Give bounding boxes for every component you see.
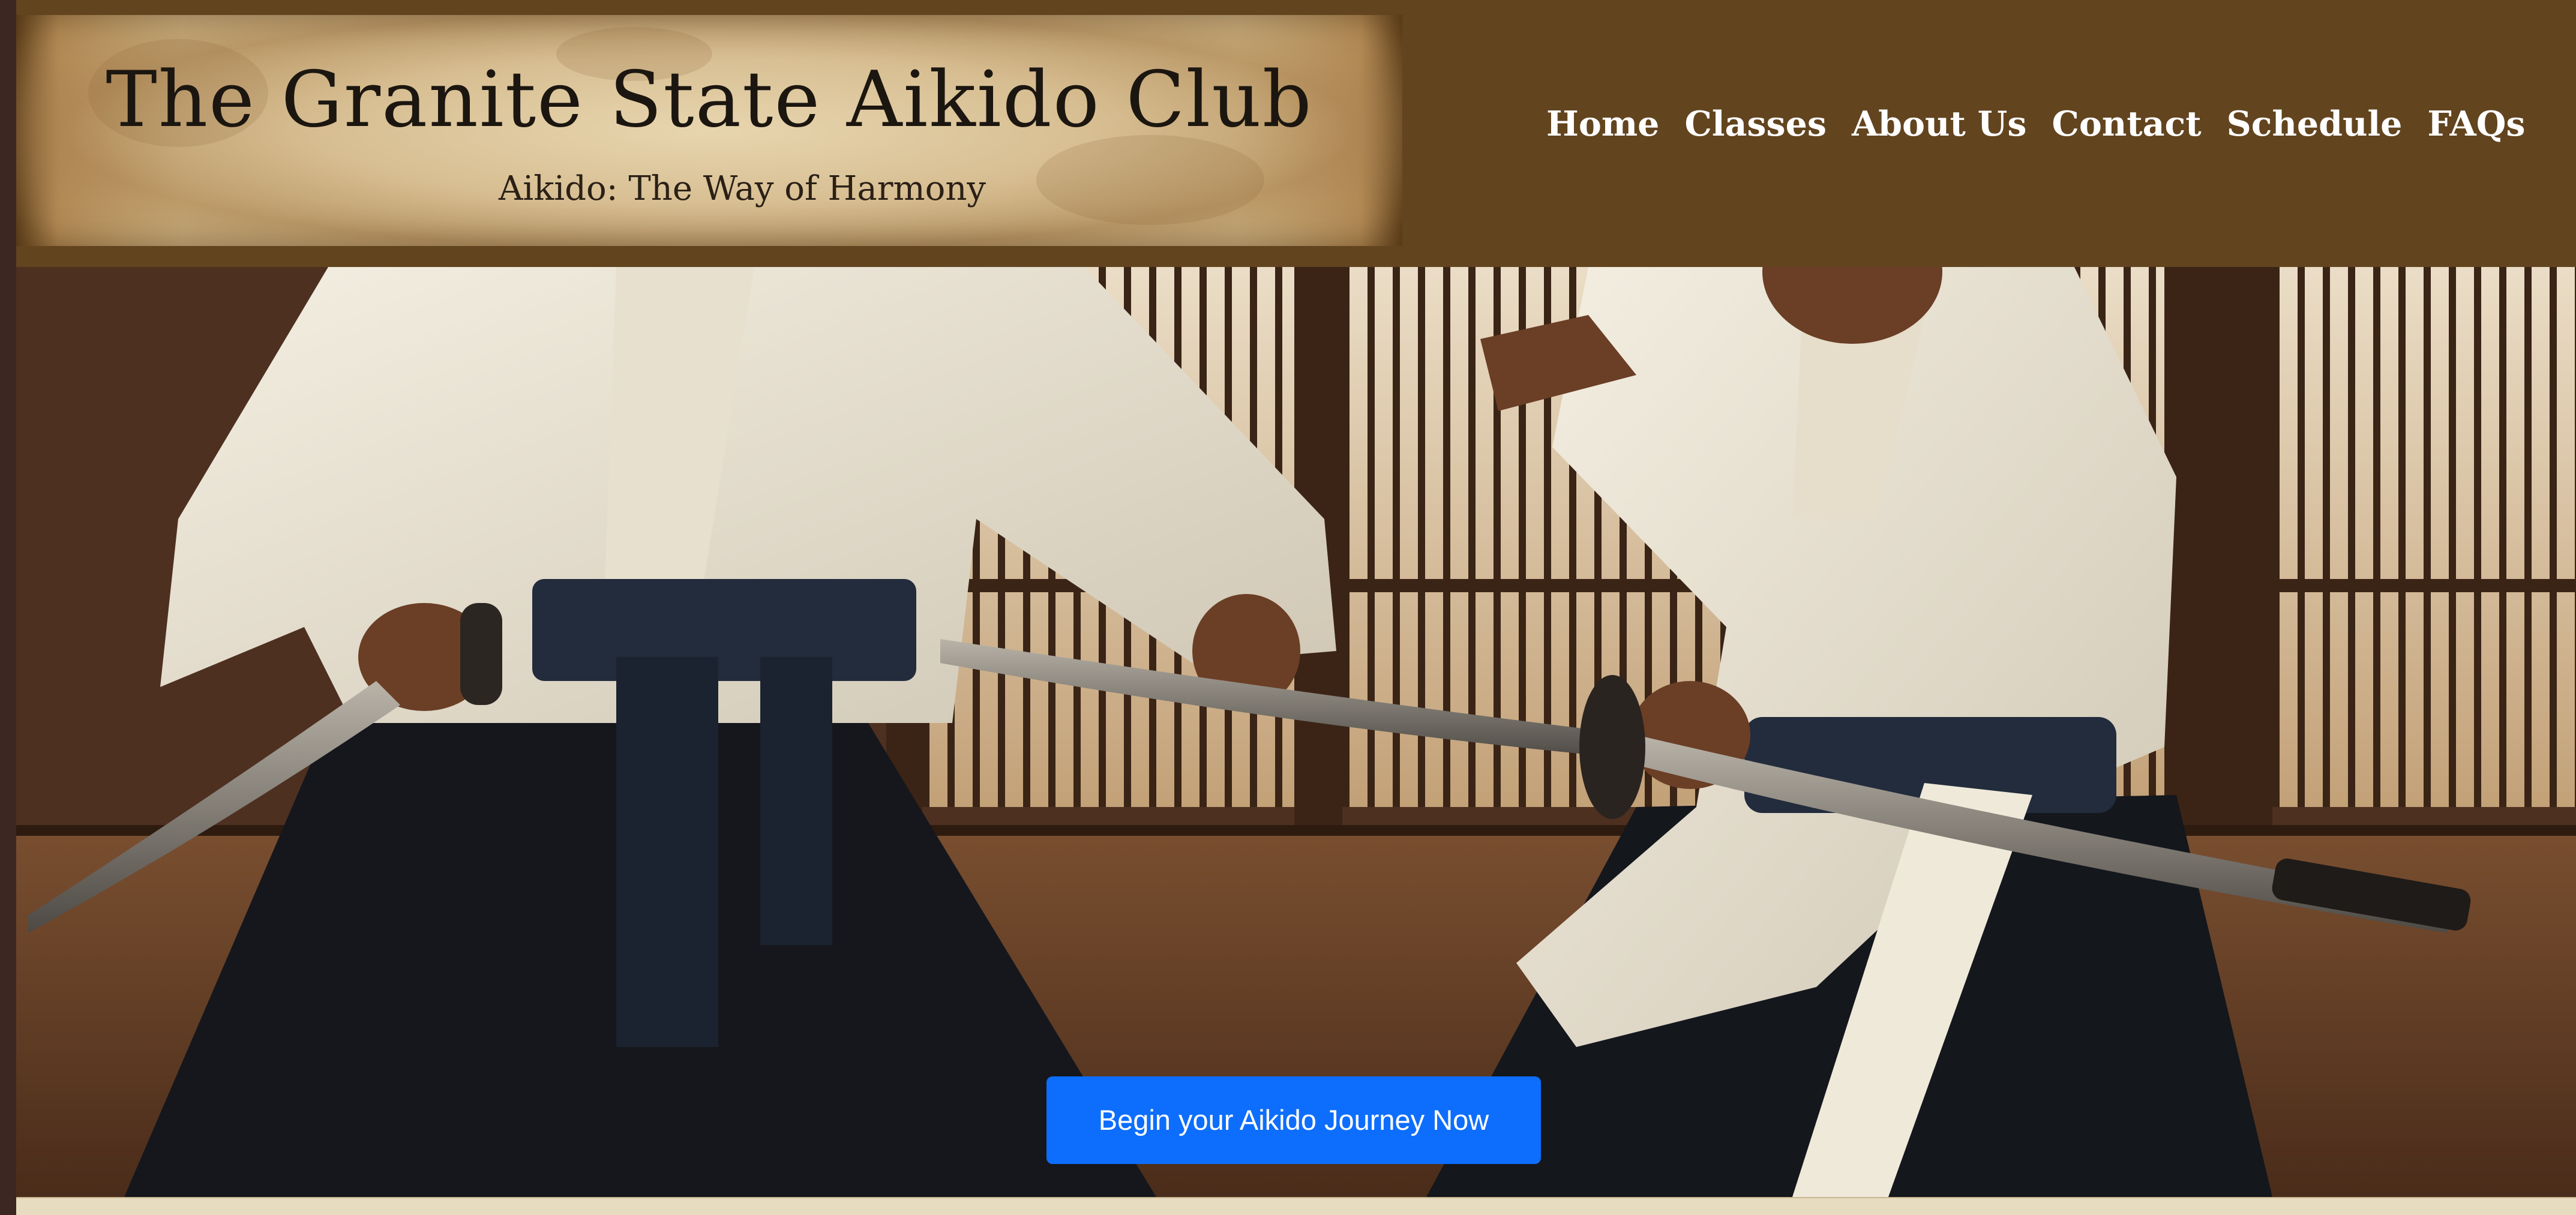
main-nav: Home Classes About Us Contact Schedule F… — [1546, 107, 2526, 141]
site-title: The Granite State Aikido Club — [106, 55, 1313, 145]
nav-link-about-us[interactable]: About Us — [1852, 107, 2027, 141]
nav-link-classes[interactable]: Classes — [1684, 107, 1827, 141]
logo-banner[interactable]: The Granite State Aikido Club Aikido: Th… — [16, 15, 1402, 246]
nav-link-faqs[interactable]: FAQs — [2427, 107, 2525, 141]
site-header: The Granite State Aikido Club Aikido: Th… — [16, 0, 2576, 267]
begin-journey-button[interactable]: Begin your Aikido Journey Now — [1046, 1076, 1541, 1164]
hero-section: Begin your Aikido Journey Now — [16, 267, 2576, 1197]
nav-link-schedule[interactable]: Schedule — [2227, 107, 2403, 141]
hero-image — [16, 267, 2576, 1197]
page: The Granite State Aikido Club Aikido: Th… — [16, 0, 2576, 1215]
nav-link-home[interactable]: Home — [1546, 107, 1659, 141]
nav-link-contact[interactable]: Contact — [2052, 107, 2201, 141]
site-tagline: Aikido: The Way of Harmony — [498, 169, 986, 208]
content-section-top — [16, 1197, 2576, 1215]
